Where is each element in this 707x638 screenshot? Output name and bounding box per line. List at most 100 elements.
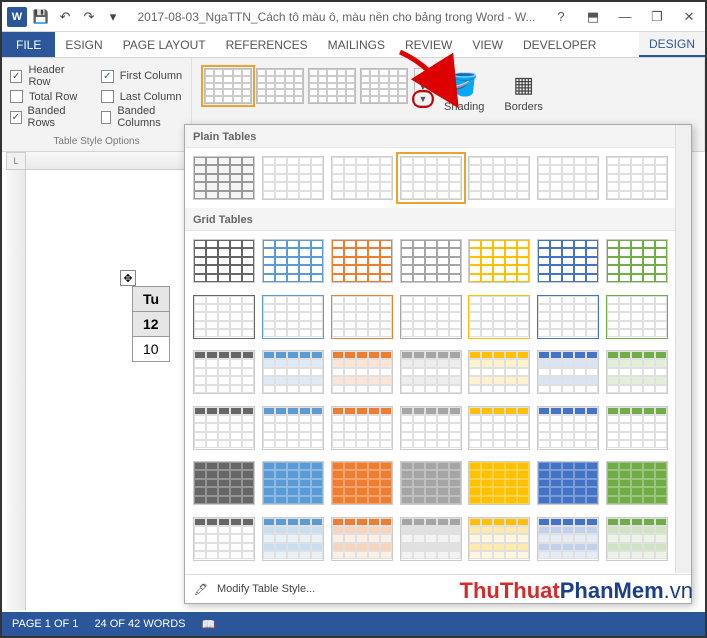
titlebar: W 💾 ↶ ↷ ▾ 2017-08-03_NgaTTN_Cách tô màu … [2, 2, 705, 32]
table-style-thumb[interactable] [331, 350, 393, 394]
table-cell[interactable]: 10 [133, 337, 170, 362]
table-style-thumb[interactable] [204, 68, 252, 104]
chk-banded-rows[interactable]: ✓Banded Rows [10, 105, 87, 129]
help-icon[interactable]: ? [545, 2, 577, 32]
gallery-up-icon[interactable]: ▲ [415, 69, 431, 81]
table-style-thumb[interactable] [256, 68, 304, 104]
table-style-thumb[interactable] [537, 406, 599, 450]
table-style-thumb[interactable] [606, 295, 668, 339]
close-icon[interactable]: ✕ [673, 2, 705, 32]
table-style-thumb[interactable] [606, 350, 668, 394]
gallery-scroll: ▲ ▼ ▼ [414, 68, 432, 106]
table-style-thumb[interactable] [606, 239, 668, 283]
table-style-thumb[interactable] [468, 156, 530, 200]
table-move-handle[interactable]: ✥ [120, 270, 136, 286]
table-style-thumb[interactable] [400, 406, 462, 450]
table-style-thumb[interactable] [400, 156, 462, 200]
table-style-thumb[interactable] [308, 68, 356, 104]
table-style-thumb[interactable] [193, 295, 255, 339]
table-style-thumb[interactable] [193, 350, 255, 394]
table-style-thumb[interactable] [606, 406, 668, 450]
window-title: 2017-08-03_NgaTTN_Cách tô màu ô, màu nền… [128, 10, 545, 24]
table-style-thumb[interactable] [468, 350, 530, 394]
tab-table-design[interactable]: DESIGN [639, 32, 705, 57]
qat-customize-icon[interactable]: ▾ [102, 6, 124, 28]
table-style-thumb[interactable] [537, 517, 599, 561]
table-style-thumb[interactable] [400, 517, 462, 561]
table-style-thumb[interactable] [262, 461, 324, 505]
tab-mailings[interactable]: MAILINGS [318, 32, 395, 57]
tab-page-layout[interactable]: PAGE LAYOUT [113, 32, 216, 57]
table-style-thumb[interactable] [400, 461, 462, 505]
tab-design-doc[interactable]: ESIGN [55, 32, 112, 57]
ruler-vertical[interactable] [6, 170, 26, 610]
table-style-thumb[interactable] [193, 406, 255, 450]
table-style-thumb[interactable] [468, 517, 530, 561]
status-page[interactable]: PAGE 1 OF 1 [12, 618, 78, 630]
table-style-thumb[interactable] [193, 461, 255, 505]
table-style-thumb[interactable] [468, 295, 530, 339]
undo-icon[interactable]: ↶ [54, 6, 76, 28]
chk-total-row[interactable]: Total Row [10, 90, 87, 103]
table-style-thumb[interactable] [331, 239, 393, 283]
table-style-thumb[interactable] [193, 517, 255, 561]
table-style-thumb[interactable] [400, 239, 462, 283]
table-style-thumb[interactable] [331, 156, 393, 200]
tab-review[interactable]: REVIEW [395, 32, 462, 57]
table-style-thumb[interactable] [193, 239, 255, 283]
ribbon-options-icon[interactable]: ⬒ [577, 2, 609, 32]
chk-banded-columns[interactable]: Banded Columns [101, 105, 183, 129]
table-style-thumb[interactable] [537, 461, 599, 505]
shading-button[interactable]: 🪣 Shading [436, 68, 492, 113]
gallery-more-button[interactable]: ▼ [415, 93, 431, 105]
table-style-thumb[interactable] [331, 517, 393, 561]
table-style-thumb[interactable] [400, 350, 462, 394]
table-style-thumb[interactable] [262, 350, 324, 394]
document-table[interactable]: Tu 12 10 [132, 286, 170, 362]
table-style-thumb[interactable] [537, 156, 599, 200]
table-style-thumb[interactable] [468, 461, 530, 505]
table-style-thumb[interactable] [262, 239, 324, 283]
table-style-thumb[interactable] [360, 68, 408, 104]
table-style-thumb[interactable] [262, 295, 324, 339]
table-cell[interactable]: 12 [133, 312, 170, 337]
table-style-thumb[interactable] [537, 350, 599, 394]
tab-view[interactable]: VIEW [462, 32, 513, 57]
watermark: ThuThuatPhanMem.vn [460, 578, 693, 604]
table-style-thumb[interactable] [331, 461, 393, 505]
table-style-thumb[interactable] [331, 406, 393, 450]
table-style-thumb[interactable] [262, 517, 324, 561]
chk-header-row[interactable]: ✓Header Row [10, 64, 87, 88]
chk-first-column[interactable]: ✓First Column [101, 64, 183, 88]
tab-file[interactable]: FILE [2, 32, 55, 57]
borders-icon: ▦ [513, 72, 534, 98]
table-style-thumb[interactable] [537, 295, 599, 339]
table-cell[interactable]: Tu [133, 287, 170, 312]
table-style-thumb[interactable] [193, 156, 255, 200]
gallery-category-grid: Grid Tables [185, 208, 691, 231]
table-style-thumb[interactable] [400, 295, 462, 339]
tab-developer[interactable]: DEVELOPER [513, 32, 606, 57]
status-proofing-icon[interactable]: 📖 [202, 618, 216, 631]
minimize-icon[interactable]: — [609, 2, 641, 32]
table-style-thumb[interactable] [262, 156, 324, 200]
gallery-scrollbar[interactable] [675, 125, 691, 573]
tab-references[interactable]: REFERENCES [216, 32, 318, 57]
table-style-thumb[interactable] [468, 406, 530, 450]
table-style-thumb[interactable] [468, 239, 530, 283]
ruler-tab-selector[interactable]: L [6, 152, 26, 170]
status-words[interactable]: 24 OF 42 WORDS [94, 618, 185, 630]
table-style-thumb[interactable] [606, 156, 668, 200]
modify-table-style-button[interactable]: Modify Table Style... [217, 583, 315, 595]
table-style-thumb[interactable] [262, 406, 324, 450]
table-style-thumb[interactable] [331, 295, 393, 339]
gallery-down-icon[interactable]: ▼ [415, 81, 431, 93]
maximize-icon[interactable]: ❐ [641, 2, 673, 32]
table-style-thumb[interactable] [537, 239, 599, 283]
chk-last-column[interactable]: Last Column [101, 90, 183, 103]
redo-icon[interactable]: ↷ [78, 6, 100, 28]
table-style-thumb[interactable] [606, 517, 668, 561]
table-style-thumb[interactable] [606, 461, 668, 505]
borders-button[interactable]: ▦ Borders [496, 68, 551, 113]
save-icon[interactable]: 💾 [30, 6, 52, 28]
